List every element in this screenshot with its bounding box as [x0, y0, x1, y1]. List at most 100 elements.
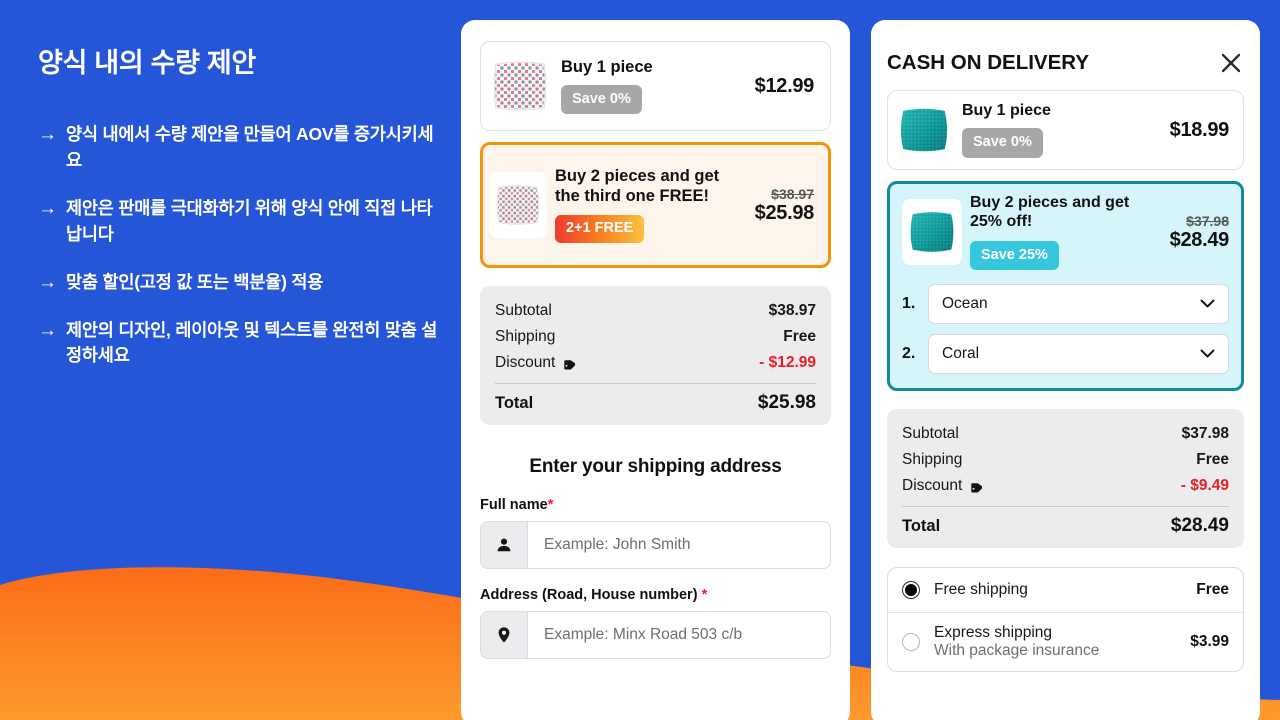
field-address: Address (Road, House number) * Example: …: [480, 587, 831, 659]
summary-row-total: Total $25.98: [495, 388, 816, 414]
summary-label: Discount: [902, 477, 963, 495]
summary-row-shipping: Shipping Free: [495, 324, 816, 350]
bullet-text: 맞춤 할인(고정 값 또는 백분율) 적용: [66, 271, 324, 292]
right-checkout-panel: CASH ON DELIVERY Buy 1 piece Save 0% $18…: [871, 20, 1260, 720]
summary-value: $28.49: [1170, 515, 1229, 537]
bullet-text: 제안의 디자인, 레이아웃 및 텍스트를 완전히 맞춤 설정하세요: [66, 319, 438, 366]
radio-free-shipping[interactable]: [902, 581, 920, 600]
summary-value: - $12.99: [759, 354, 816, 371]
offer-price-block: $38.97 $25.98: [754, 185, 815, 225]
offer-card-buy-1[interactable]: Buy 1 piece Save 0% $12.99: [480, 41, 831, 131]
panel-header: CASH ON DELIVERY: [887, 50, 1244, 76]
list-item: → 제안은 판매를 극대화하기 위해 양식 안에 직접 나타납니다: [38, 196, 438, 248]
offer-price: $12.99: [754, 74, 815, 97]
summary-row-discount: Discount - $9.49: [902, 473, 1229, 499]
panel-title: CASH ON DELIVERY: [887, 51, 1089, 74]
product-thumbnail: [896, 102, 952, 158]
shipping-option-express[interactable]: Express shipping With package insurance …: [888, 612, 1243, 671]
marketing-column: 양식 내의 수량 제안 → 양식 내에서 수량 제안을 만들어 AOV를 증가시…: [0, 0, 460, 720]
shipping-option-labels: Free shipping: [934, 581, 1182, 599]
summary-label: Subtotal: [495, 302, 552, 319]
offer-title: Buy 1 piece: [962, 102, 1051, 120]
address-placeholder[interactable]: Example: Minx Road 503 c/b: [528, 612, 830, 658]
summary-label: Shipping: [495, 328, 556, 345]
price-tag-icon: [968, 480, 984, 494]
field-label: Full name*: [480, 497, 831, 513]
offer-card-buy-1[interactable]: Buy 1 piece Save 0% $18.99: [887, 90, 1244, 170]
variant-select-1-value: Ocean: [942, 295, 988, 313]
offer-original-price: $37.98: [1186, 212, 1229, 229]
offer-title: Buy 2 pieces and get the third one FREE!: [555, 167, 720, 205]
variant-select-2-value: Coral: [942, 345, 980, 363]
page-title: 양식 내의 수량 제안: [38, 48, 256, 78]
variant-index: 2.: [902, 345, 916, 363]
form-heading: Enter your shipping address: [529, 456, 782, 477]
arrow-right-icon: →: [38, 271, 57, 293]
offer-price: $18.99: [1169, 118, 1230, 141]
offer-details: Buy 2 pieces and get 25% off! Save 25%: [970, 194, 1170, 271]
offer-card-buy-2-25-off[interactable]: Buy 2 pieces and get 25% off! Save 25% $…: [887, 181, 1244, 392]
summary-label: Total: [495, 393, 534, 412]
summary-row-discount: Discount - $12.99: [495, 350, 816, 376]
order-summary: Subtotal $38.97 Shipping Free Discount -…: [480, 286, 831, 425]
shipping-option-name: Express shipping: [934, 624, 1053, 642]
promo-badge: 2+1 FREE: [555, 215, 645, 243]
list-item: → 제안의 디자인, 레이아웃 및 텍스트를 완전히 맞춤 설정하세요: [38, 318, 438, 370]
full-name-placeholder[interactable]: Example: John Smith: [528, 522, 830, 568]
list-item: → 맞춤 할인(고정 값 또는 백분율) 적용: [38, 270, 438, 296]
variant-select-2[interactable]: Coral: [928, 334, 1229, 375]
middle-checkout-panel: Buy 1 piece Save 0% $12.99 Buy 2 pieces …: [461, 20, 850, 720]
shipping-option-name: Free shipping: [934, 581, 1028, 599]
arrow-right-icon: →: [38, 197, 57, 219]
summary-value: $25.98: [757, 392, 816, 413]
summary-row-subtotal: Subtotal $37.98: [902, 421, 1229, 447]
offer-details: Buy 1 piece Save 0%: [561, 58, 755, 115]
person-icon: [481, 522, 528, 568]
summary-value: Free: [783, 328, 816, 345]
offer-price: $25.98: [754, 201, 815, 224]
bullet-text: 양식 내에서 수량 제안을 만들어 AOV를 증가시키세요: [66, 124, 434, 170]
product-thumbnail: [489, 172, 547, 238]
variant-row-1: 1. Ocean: [902, 284, 1229, 325]
full-name-input[interactable]: Example: John Smith: [480, 521, 831, 569]
radio-express-shipping[interactable]: [902, 633, 920, 652]
save-badge: Save 0%: [561, 84, 642, 115]
offer-title: Buy 2 pieces and get 25% off!: [970, 194, 1130, 230]
feature-bullet-list: → 양식 내에서 수량 제안을 만들어 AOV를 증가시키세요 → 제안은 판매…: [38, 122, 438, 391]
summary-value: $37.98: [1181, 425, 1229, 443]
offer-price: $28.49: [1169, 228, 1230, 251]
summary-value: $38.97: [768, 302, 816, 319]
offer-card-buy-2-get-1-free[interactable]: Buy 2 pieces and get the third one FREE!…: [480, 142, 831, 268]
required-marker: *: [701, 587, 708, 603]
list-item: → 양식 내에서 수량 제안을 만들어 AOV를 증가시키세요: [38, 122, 438, 174]
variant-index: 1.: [902, 295, 916, 313]
offer-price-block: $18.99: [1169, 118, 1230, 142]
variant-select-1[interactable]: Ocean: [928, 284, 1229, 325]
summary-label-wrap: Discount: [902, 477, 984, 495]
field-full-name: Full name* Example: John Smith: [480, 497, 831, 569]
field-label: Address (Road, House number) *: [480, 587, 831, 603]
field-label-text: Full name: [480, 497, 548, 513]
offer-price-block: $12.99: [754, 74, 815, 98]
arrow-right-icon: →: [38, 319, 57, 341]
summary-row-subtotal: Subtotal $38.97: [495, 298, 816, 324]
shipping-option-price: $3.99: [1190, 633, 1229, 651]
close-icon[interactable]: [1218, 50, 1244, 76]
shipping-option-sub: With package insurance: [934, 642, 1100, 660]
summary-value: - $9.49: [1180, 477, 1229, 495]
chevron-down-icon: [1200, 295, 1215, 313]
required-marker: *: [547, 497, 554, 513]
address-input[interactable]: Example: Minx Road 503 c/b: [480, 611, 831, 659]
offer-original-price: $38.97: [771, 185, 814, 202]
offer-title: Buy 1 piece: [561, 57, 653, 76]
summary-label: Discount: [495, 354, 556, 371]
summary-label-wrap: Discount: [495, 354, 577, 372]
offer-price-block: $37.98 $28.49: [1169, 212, 1230, 252]
shipping-option-free[interactable]: Free shipping Free: [888, 568, 1243, 612]
save-badge: Save 25%: [970, 240, 1059, 271]
summary-label: Subtotal: [902, 425, 959, 443]
shipping-option-price: Free: [1196, 581, 1229, 599]
location-pin-icon: [481, 612, 528, 658]
offer-details: Buy 2 pieces and get the third one FREE!…: [555, 167, 755, 243]
field-label-text: Address (Road, House number): [480, 587, 698, 603]
